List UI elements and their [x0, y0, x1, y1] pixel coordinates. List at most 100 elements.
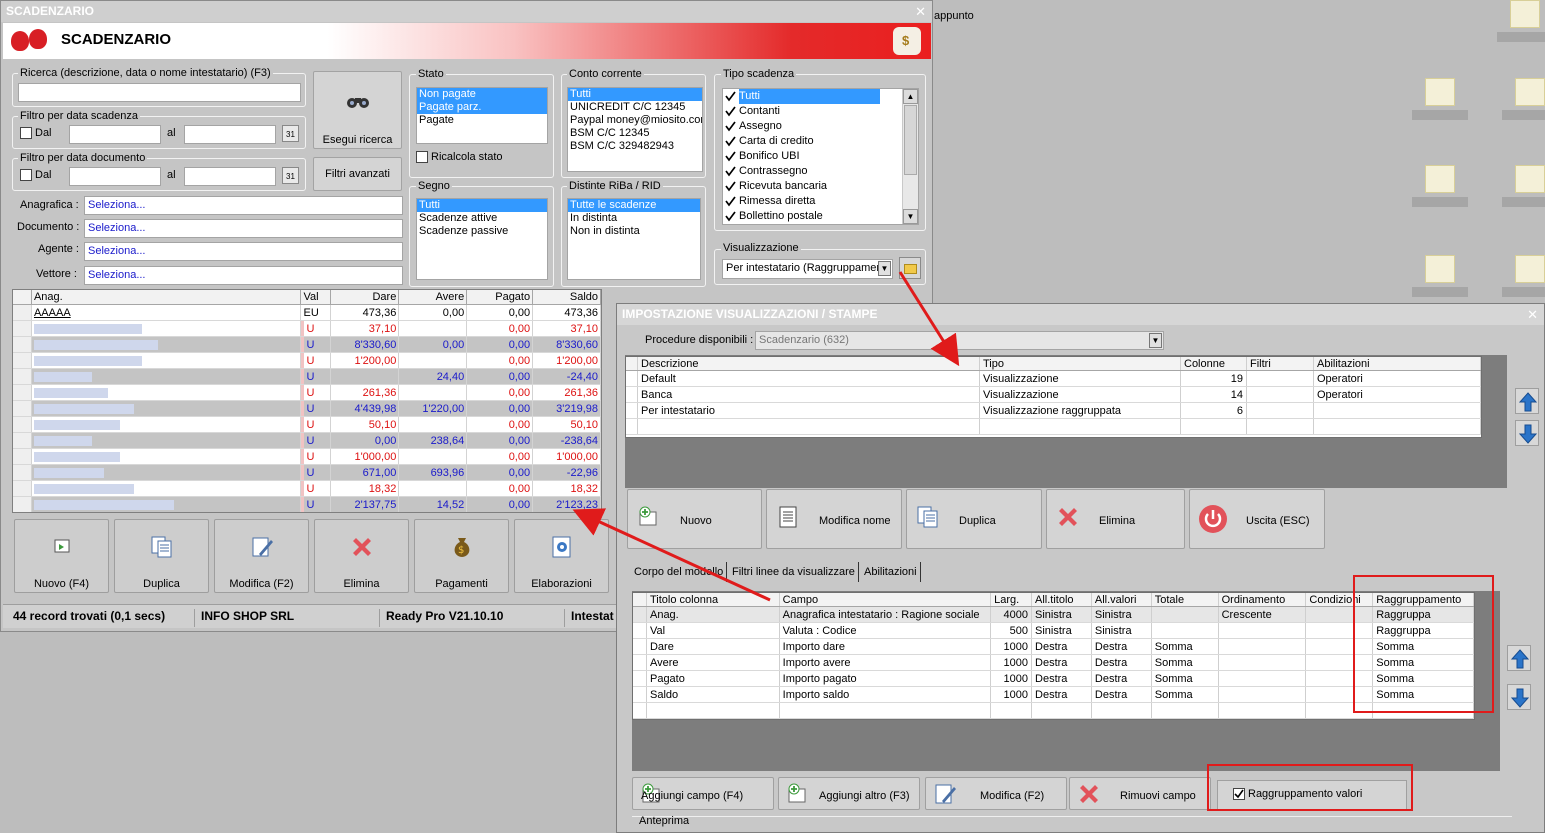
- tipo-item[interactable]: Tutti: [723, 89, 918, 104]
- table-row-empty[interactable]: [633, 703, 1474, 719]
- checkbox-checked-icon[interactable]: [725, 136, 736, 147]
- close-icon[interactable]: ✕: [1527, 304, 1538, 325]
- scadenze-grid[interactable]: Anag. Val Dare Avere Pagato Saldo AAAAA E…: [12, 289, 602, 513]
- table-row[interactable]: Dare Importo dare 1000 Destra Destra Somma Som…: [633, 639, 1474, 655]
- vettore-input[interactable]: Seleziona...: [84, 266, 403, 285]
- list-item[interactable]: Scadenze attive: [417, 212, 547, 225]
- recalc-state-checkbox[interactable]: [416, 151, 428, 163]
- list-item[interactable]: Non in distinta: [568, 225, 700, 238]
- desktop-file-icon[interactable]: [1405, 78, 1475, 120]
- run-search-button[interactable]: Esegui ricerca: [313, 71, 402, 149]
- close-icon[interactable]: ✕: [915, 1, 926, 22]
- table-row[interactable]: U 0,00 238,64 0,00 -238,64: [13, 433, 601, 449]
- column-header[interactable]: Pagato: [467, 290, 534, 304]
- window-titlebar[interactable]: SCADENZARIO ✕: [1, 1, 932, 22]
- desktop-file-icon[interactable]: [1405, 255, 1475, 297]
- tab-abilitazioni[interactable]: Abilitazioni: [861, 562, 921, 582]
- filter-doc-to-input[interactable]: [184, 167, 276, 186]
- calendar-icon[interactable]: 31: [282, 167, 299, 184]
- column-header[interactable]: Avere: [399, 290, 468, 304]
- scroll-up-icon[interactable]: ▲: [903, 89, 918, 104]
- table-row[interactable]: Saldo Importo saldo 1000 Destra Destra Somma S…: [633, 687, 1474, 703]
- table-row[interactable]: U 24,40 0,00 -24,40: [13, 369, 601, 385]
- table-row[interactable]: U 18,32 0,00 18,32: [13, 481, 601, 497]
- tab-corpo[interactable]: Corpo del modello: [631, 562, 728, 582]
- chevron-down-icon[interactable]: ▼: [878, 261, 891, 276]
- column-header[interactable]: Abilitazioni: [1314, 357, 1481, 370]
- list-item[interactable]: Tutti: [568, 88, 702, 101]
- desktop-file-icon[interactable]: [1495, 255, 1545, 297]
- table-row[interactable]: Banca Visualizzazione 14 Operatori: [626, 387, 1481, 403]
- nuovo-f4-button[interactable]: Nuovo (F4): [14, 519, 109, 593]
- tipo-item[interactable]: Contanti: [723, 104, 918, 119]
- checkbox-checked-icon[interactable]: [725, 151, 736, 162]
- table-row[interactable]: Default Visualizzazione 19 Operatori: [626, 371, 1481, 387]
- desktop-file-icon[interactable]: [1495, 78, 1545, 120]
- filter-due-from-input[interactable]: [69, 125, 161, 144]
- tipo-item[interactable]: Rimessa diretta: [723, 194, 918, 209]
- column-header[interactable]: Filtri: [1247, 357, 1314, 370]
- tipo-item[interactable]: Bonifico UBI: [723, 149, 918, 164]
- column-header[interactable]: Larg.: [991, 593, 1033, 606]
- list-item[interactable]: Tutte le scadenze: [568, 199, 700, 212]
- views-grid[interactable]: Descrizione Tipo Colonne Filtri Abilitaz…: [625, 356, 1482, 438]
- table-row[interactable]: Pagato Importo pagato 1000 Destra Destra Somm…: [633, 671, 1474, 687]
- column-header[interactable]: Tipo: [980, 357, 1181, 370]
- table-row[interactable]: U 2'137,75 14,52 0,00 2'123,23: [13, 497, 601, 512]
- table-row[interactable]: Per intestatario Visualizzazione raggrupp…: [626, 403, 1481, 419]
- elimina-button[interactable]: Elimina: [1046, 489, 1185, 549]
- list-item[interactable]: Tutti: [417, 199, 547, 212]
- filter-doc-checkbox[interactable]: [20, 169, 32, 181]
- search-input[interactable]: [18, 83, 301, 102]
- column-header[interactable]: Colonne: [1181, 357, 1247, 370]
- move-down-button[interactable]: [1515, 420, 1539, 446]
- table-row[interactable]: U 37,10 0,00 37,10: [13, 321, 601, 337]
- table-row[interactable]: Anag. Anagrafica intestatario : Ragione s…: [633, 607, 1474, 623]
- anagrafica-input[interactable]: Seleziona...: [84, 196, 403, 215]
- advanced-filters-button[interactable]: Filtri avanzati: [313, 157, 402, 191]
- table-row[interactable]: U 1'200,00 0,00 1'200,00: [13, 353, 601, 369]
- list-item[interactable]: In distinta: [568, 212, 700, 225]
- segno-list[interactable]: Tutti Scadenze attive Scadenze passive: [416, 198, 548, 280]
- aggiungi-campo-f4-button[interactable]: Aggiungi campo (F4): [632, 777, 774, 810]
- pagamenti-button[interactable]: $ Pagamenti: [414, 519, 509, 593]
- tipo-item[interactable]: Assegno: [723, 119, 918, 134]
- tipo-item[interactable]: Bollettino postale: [723, 209, 918, 224]
- elaborazioni-button[interactable]: Elaborazioni: [514, 519, 609, 593]
- move-up-button[interactable]: [1515, 388, 1539, 414]
- duplica-button[interactable]: Duplica: [114, 519, 209, 593]
- column-header[interactable]: Val: [301, 290, 332, 304]
- column-header[interactable]: Titolo colonna: [647, 593, 780, 606]
- documento-input[interactable]: Seleziona...: [84, 219, 403, 238]
- fields-grid[interactable]: Titolo colonna Campo Larg. All.titolo Al…: [632, 592, 1475, 720]
- table-row[interactable]: U 1'000,00 0,00 1'000,00: [13, 449, 601, 465]
- table-row[interactable]: U 261,36 0,00 261,36: [13, 385, 601, 401]
- list-item[interactable]: Scadenze passive: [417, 225, 547, 238]
- checkbox-checked-icon[interactable]: [725, 121, 736, 132]
- field-move-up-button[interactable]: [1507, 645, 1531, 671]
- table-row[interactable]: AAAAA EU 473,36 0,00 0,00 473,36: [13, 305, 601, 321]
- modifica-f2-button[interactable]: Modifica (F2): [214, 519, 309, 593]
- modifica-f2-button[interactable]: Modifica (F2): [925, 777, 1067, 810]
- list-item[interactable]: Pagate: [417, 114, 547, 127]
- table-row[interactable]: Val Valuta : Codice 500 Sinistra Sinistra Rag…: [633, 623, 1474, 639]
- column-header[interactable]: Descrizione: [638, 357, 980, 370]
- column-header[interactable]: Totale: [1152, 593, 1219, 606]
- distinte-list[interactable]: Tutte le scadenze In distinta Non in dis…: [567, 198, 701, 280]
- tipo-item[interactable]: Carta di credito: [723, 134, 918, 149]
- column-header[interactable]: All.titolo: [1032, 593, 1092, 606]
- list-item[interactable]: Pagate parz.: [417, 101, 547, 114]
- visualizzazione-select[interactable]: Per intestatario (Raggruppamen: [722, 259, 893, 279]
- table-row[interactable]: U 4'439,98 1'220,00 0,00 3'219,98: [13, 401, 601, 417]
- list-item[interactable]: BSM C/C 12345: [568, 127, 702, 140]
- calendar-icon[interactable]: 31: [282, 125, 299, 142]
- aggiungi-altro-f3-button[interactable]: Aggiungi altro (F3): [778, 777, 920, 810]
- checkbox-checked-icon[interactable]: [725, 106, 736, 117]
- column-header[interactable]: All.valori: [1092, 593, 1152, 606]
- filter-doc-from-input[interactable]: [69, 167, 161, 186]
- checkbox-checked-icon[interactable]: [725, 166, 736, 177]
- field-move-down-button[interactable]: [1507, 684, 1531, 710]
- list-item[interactable]: Non pagate: [417, 88, 547, 101]
- uscita-esc-button[interactable]: Uscita (ESC): [1189, 489, 1325, 549]
- tab-filtri[interactable]: Filtri linee da visualizzare: [729, 562, 859, 582]
